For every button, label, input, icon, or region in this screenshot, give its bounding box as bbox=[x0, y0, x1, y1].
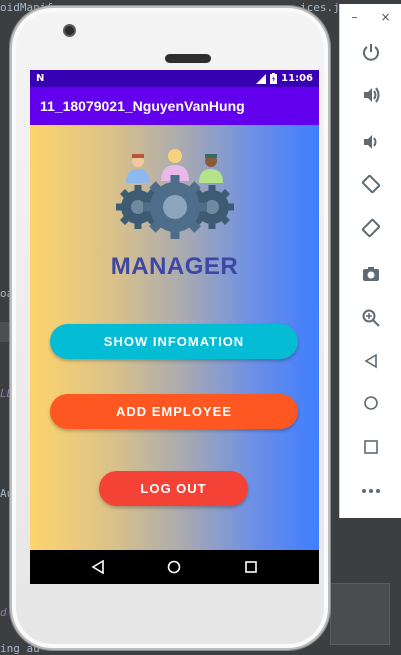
front-camera bbox=[63, 24, 76, 37]
rotate-left-icon[interactable] bbox=[359, 172, 383, 196]
main-content: MANAGER SHOW INFOMATION ADD EMPLOYEE LOG… bbox=[30, 125, 319, 550]
speaker-grille bbox=[165, 54, 211, 63]
status-bar: N 11:06 bbox=[30, 70, 319, 87]
nav-overview-icon[interactable] bbox=[244, 560, 258, 574]
android-nav-bar bbox=[30, 550, 319, 584]
battery-icon bbox=[270, 73, 278, 84]
manager-team-gears-icon bbox=[116, 149, 234, 239]
volume-down-icon[interactable] bbox=[359, 130, 383, 154]
status-right: 11:06 bbox=[256, 73, 313, 84]
log-out-button[interactable]: LOG OUT bbox=[99, 471, 248, 506]
toolbar-window-controls: – × bbox=[340, 10, 401, 24]
phone-frame: N 11:06 11_18079021_NguyenVanHung MANAGE… bbox=[10, 6, 330, 650]
person-right-icon bbox=[199, 154, 223, 183]
app-title: 11_18079021_NguyenVanHung bbox=[40, 98, 245, 114]
notification-n-icon: N bbox=[36, 73, 45, 84]
power-icon[interactable] bbox=[359, 40, 383, 64]
nav-home-icon[interactable] bbox=[167, 560, 181, 574]
signal-icon bbox=[256, 73, 267, 84]
home-icon[interactable] bbox=[359, 391, 383, 415]
rotate-right-icon[interactable] bbox=[359, 216, 383, 240]
zoom-icon[interactable] bbox=[359, 306, 383, 330]
ide-side-text: d bbox=[0, 606, 7, 619]
nav-back-icon[interactable] bbox=[91, 560, 105, 574]
overview-icon[interactable] bbox=[359, 435, 383, 459]
camera-icon[interactable] bbox=[359, 262, 383, 286]
person-left-icon bbox=[126, 154, 150, 183]
manager-heading: MANAGER bbox=[110, 253, 239, 280]
add-employee-button[interactable]: ADD EMPLOYEE bbox=[50, 394, 298, 429]
minimize-button[interactable]: – bbox=[351, 10, 357, 24]
phone-screen: N 11:06 11_18079021_NguyenVanHung MANAGE… bbox=[30, 70, 319, 584]
status-time: 11:06 bbox=[281, 73, 313, 84]
app-bar: 11_18079021_NguyenVanHung bbox=[30, 87, 319, 125]
close-button[interactable]: × bbox=[380, 10, 390, 24]
emulator-toolbar: – × bbox=[339, 4, 401, 518]
volume-up-icon[interactable] bbox=[359, 83, 383, 107]
more-icon[interactable] bbox=[359, 479, 383, 503]
back-icon[interactable] bbox=[359, 349, 383, 373]
gear-center-icon bbox=[143, 175, 207, 239]
show-information-button[interactable]: SHOW INFOMATION bbox=[50, 324, 298, 359]
ide-bottom-panel bbox=[330, 583, 390, 645]
